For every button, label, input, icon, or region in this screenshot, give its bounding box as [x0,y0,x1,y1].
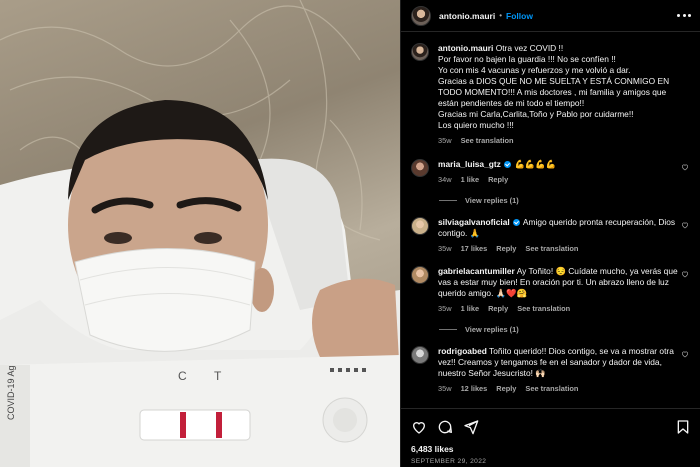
avatar[interactable] [411,5,431,26]
share-icon[interactable] [463,419,479,435]
comment-username[interactable]: gabrielacantumiller [438,266,515,276]
avatar[interactable] [411,43,429,61]
post-date[interactable]: SEPTEMBER 29, 2022 [411,458,486,465]
post-sidebar: antonio.mauri • Follow antonio.mauri Otr… [400,0,700,467]
heart-icon[interactable] [681,350,689,358]
view-replies-button[interactable]: View replies (1) [439,196,691,205]
heart-icon[interactable] [681,221,689,229]
follow-button[interactable]: Follow [506,11,533,21]
test-c-label: C [178,369,187,383]
header-username[interactable]: antonio.mauri [439,11,495,21]
see-translation-link[interactable]: See translation [525,244,578,253]
test-kit-text: COVID-19 Ag [6,365,16,420]
verified-badge-icon [513,219,521,226]
see-translation-link[interactable]: See translation [525,384,578,393]
comment-username[interactable]: rodrigoabed [438,346,487,356]
reply-button[interactable]: Reply [488,304,508,313]
heart-icon[interactable] [681,270,689,278]
more-options-icon[interactable] [677,10,691,20]
avatar[interactable] [411,346,429,364]
heart-icon[interactable] [411,419,427,435]
comments-list[interactable]: antonio.mauri Otra vez COVID !! Por favo… [401,32,700,408]
like-count[interactable]: 6,483 likes [411,444,454,454]
avatar[interactable] [411,266,429,284]
comment-time[interactable]: 35w [438,384,452,393]
see-translation-link[interactable]: See translation [517,304,570,313]
comment-time[interactable]: 35w [438,304,452,313]
caption-time[interactable]: 35w [438,136,452,145]
header-separator: • [499,11,503,20]
test-t-label: T [214,369,222,383]
reply-button[interactable]: Reply [496,384,516,393]
post-photo[interactable]: C T COVID-19 Ag [0,0,400,467]
caption-username[interactable]: antonio.mauri [438,43,493,53]
verified-badge-icon [504,161,512,168]
post-actions: 6,483 likes SEPTEMBER 29, 2022 [401,408,700,467]
comment-time[interactable]: 34w [438,175,452,184]
comment-username[interactable]: maria_luisa_gtz [438,159,501,169]
caption-text: Otra vez COVID !! Por favor no bajen la … [438,43,670,130]
comment-username[interactable]: silviagalvanoficial [438,217,510,227]
reply-button[interactable]: Reply [488,175,508,184]
comment-likes[interactable]: 12 likes [461,384,488,393]
comment-likes[interactable]: 17 likes [461,244,488,253]
comment-item: silviagalvanoficial Amigo querido pronta… [411,217,691,253]
reply-button[interactable]: Reply [496,244,516,253]
avatar[interactable] [411,159,429,177]
comment-time[interactable]: 35w [438,244,452,253]
see-translation-link[interactable]: See translation [461,136,514,145]
comment-likes[interactable]: 1 like [461,175,480,184]
comment-item: rodrigoabed Toñito querido!! Dios contig… [411,346,691,393]
view-replies-button[interactable]: View replies (1) [439,325,691,334]
heart-icon[interactable] [681,163,689,171]
avatar[interactable] [411,217,429,235]
caption: antonio.mauri Otra vez COVID !! Por favo… [411,43,691,145]
comment-item: gabrielacantumiller Ay Toñito! 😔 Cuídate… [411,266,691,313]
comment-icon[interactable] [437,419,453,435]
post-header: antonio.mauri • Follow [401,0,700,32]
comment-likes[interactable]: 1 like [461,304,480,313]
comment-item: maria_luisa_gtz 💪💪💪💪 34w 1 like Reply [411,159,691,184]
photo-illustration: C T COVID-19 Ag [0,0,400,467]
bookmark-icon[interactable] [675,419,691,435]
comment-text: 💪💪💪💪 [514,159,557,169]
